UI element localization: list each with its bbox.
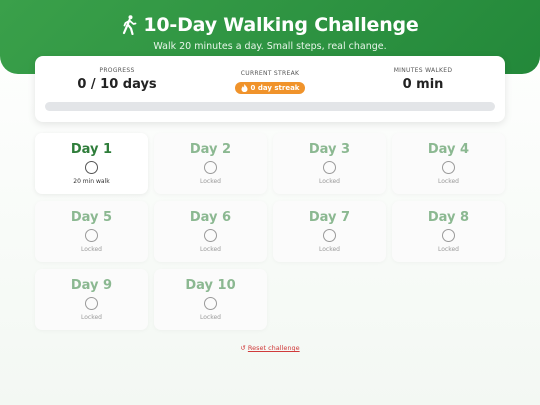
day-card-10: Day 10 Locked xyxy=(154,269,267,330)
day-title: Day 4 xyxy=(427,142,470,157)
progress-label: PROGRESS xyxy=(99,67,135,74)
day-caption: Locked xyxy=(200,178,221,185)
flame-icon xyxy=(241,84,248,92)
reset-challenge-link[interactable]: Reset challenge xyxy=(248,344,300,352)
day-title: Day 1 xyxy=(70,142,113,157)
streak-label: CURRENT STREAK xyxy=(240,70,300,77)
day-checkbox-circle-icon xyxy=(85,229,98,242)
progress-bar xyxy=(45,102,495,111)
day-checkbox-circle-icon xyxy=(85,297,98,310)
day-caption: Locked xyxy=(438,178,459,185)
progress-value: 0 / 10 days xyxy=(77,77,157,92)
day-title: Day 7 xyxy=(308,210,351,225)
day-checkbox-circle-icon xyxy=(323,161,336,174)
day-caption: Locked xyxy=(81,314,102,321)
day-caption: Locked xyxy=(81,246,102,253)
streak-badge: 0 day streak xyxy=(234,82,306,94)
day-title: Day 8 xyxy=(427,210,470,225)
streak-stat: CURRENT STREAK 0 day streak xyxy=(200,70,340,96)
day-card-7: Day 7 Locked xyxy=(273,201,386,262)
page-title-row: 10-Day Walking Challenge xyxy=(0,14,540,36)
day-card-1[interactable]: Day 1 20 min walk xyxy=(35,133,148,194)
minutes-value: 0 min xyxy=(402,77,444,92)
day-card-3: Day 3 Locked xyxy=(273,133,386,194)
day-caption: Locked xyxy=(200,314,221,321)
day-checkbox-circle-icon xyxy=(204,229,217,242)
page-subtitle: Walk 20 minutes a day. Small steps, real… xyxy=(153,41,387,52)
day-checkbox-circle-icon xyxy=(204,161,217,174)
day-caption: Locked xyxy=(319,178,340,185)
page-title: 10-Day Walking Challenge xyxy=(143,14,419,36)
day-title: Day 10 xyxy=(185,278,236,293)
day-caption: Locked xyxy=(438,246,459,253)
day-title: Day 2 xyxy=(189,142,232,157)
day-caption: Locked xyxy=(319,246,340,253)
reset-row: ↺ Reset challenge xyxy=(0,344,540,352)
day-title: Day 6 xyxy=(189,210,232,225)
streak-value: 0 day streak xyxy=(250,84,300,92)
day-caption: Locked xyxy=(200,246,221,253)
reset-icon: ↺ xyxy=(240,344,246,352)
walking-person-icon xyxy=(123,15,137,35)
day-card-5: Day 5 Locked xyxy=(35,201,148,262)
stats-card: PROGRESS 0 / 10 days CURRENT STREAK 0 da… xyxy=(35,56,505,122)
progress-stat: PROGRESS 0 / 10 days xyxy=(47,67,187,92)
day-checkbox-circle-icon xyxy=(323,229,336,242)
day-checkbox-circle-icon[interactable] xyxy=(85,161,98,174)
day-checkbox-circle-icon xyxy=(204,297,217,310)
day-caption: 20 min walk xyxy=(73,178,110,185)
minutes-stat: MINUTES WALKED 0 min xyxy=(353,67,493,92)
day-grid: Day 1 20 min walk Day 2 Locked Day 3 Locked Da… xyxy=(35,133,505,330)
day-checkbox-circle-icon xyxy=(442,161,455,174)
day-title: Day 9 xyxy=(70,278,113,293)
minutes-label: MINUTES WALKED xyxy=(393,67,453,74)
day-checkbox-circle-icon xyxy=(442,229,455,242)
day-title: Day 5 xyxy=(70,210,113,225)
day-title: Day 3 xyxy=(308,142,351,157)
day-card-9: Day 9 Locked xyxy=(35,269,148,330)
day-card-4: Day 4 Locked xyxy=(392,133,505,194)
day-card-6: Day 6 Locked xyxy=(154,201,267,262)
day-card-8: Day 8 Locked xyxy=(392,201,505,262)
day-card-2: Day 2 Locked xyxy=(154,133,267,194)
